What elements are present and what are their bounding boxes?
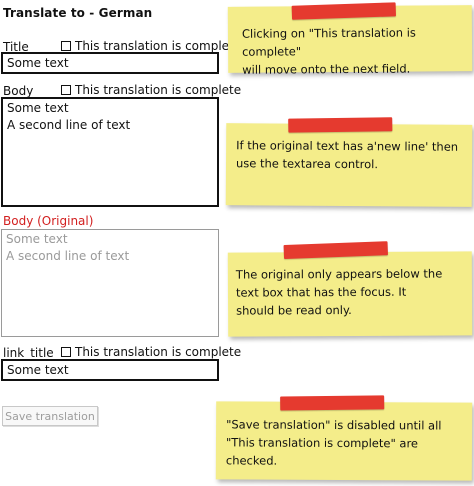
note-line: text box that has the focus. It	[235, 284, 407, 300]
body-complete-label: This translation is complete	[75, 83, 242, 97]
note-line: will move onto the next field.	[242, 61, 411, 77]
body-textarea-line: Some text	[7, 101, 69, 115]
note-line: If the original text has a'new line' the…	[236, 138, 459, 154]
link-title-complete-label: This translation is complete	[75, 345, 242, 359]
sticky-note-2-text: If the original text has a'new line' the…	[236, 136, 458, 174]
body-textarea-line: A second line of text	[7, 118, 131, 132]
body-label: Body	[3, 84, 34, 98]
title-complete-checkbox-row[interactable]: This translation is complete	[61, 39, 241, 53]
tape-decoration	[280, 395, 385, 411]
link-title-input[interactable]: Some text	[1, 359, 219, 381]
sticky-note-2: If the original text has a'new line' the…	[225, 117, 473, 207]
sticky-note-1-text: Clicking on "This translation is complet…	[242, 23, 472, 79]
body-complete-checkbox[interactable]	[61, 85, 71, 95]
body-complete-checkbox-row[interactable]: This translation is complete	[61, 83, 241, 97]
title-complete-label: This translation is complete	[75, 39, 242, 53]
tape-decoration	[283, 241, 388, 259]
tape-decoration	[291, 2, 397, 20]
sticky-note-4-text: "Save translation" is disabled until all…	[226, 415, 442, 470]
note-line: The original only appears below the	[235, 266, 443, 282]
body-original-line: Some text	[6, 232, 68, 246]
body-original-textarea: Some text A second line of text	[1, 229, 219, 337]
page-title: Translate to - German	[3, 6, 153, 20]
body-textarea[interactable]: Some text A second line of text	[1, 97, 219, 207]
sticky-note-4: "Save translation" is disabled until all…	[215, 395, 473, 481]
save-translation-button[interactable]: Save translation	[2, 406, 98, 426]
note-line: Clicking on "This translation is complet…	[241, 25, 416, 59]
link-title-label: link_title	[3, 346, 54, 360]
note-line: "Save translation" is disabled until all	[226, 417, 442, 433]
link-title-complete-checkbox-row[interactable]: This translation is complete	[61, 345, 241, 359]
sticky-note-3: The original only appears below the text…	[227, 241, 473, 337]
note-line: use the textarea control.	[235, 156, 379, 172]
link-title-complete-checkbox[interactable]	[61, 347, 71, 357]
body-original-line: A second line of text	[6, 249, 130, 263]
title-input[interactable]: Some text	[1, 52, 219, 74]
note-line: should be read only.	[236, 302, 352, 318]
sticky-note-1: Clicking on "This translation is complet…	[227, 2, 473, 77]
note-line: checked.	[225, 453, 278, 468]
title-complete-checkbox[interactable]	[61, 41, 71, 51]
sticky-note-3-text: The original only appears below the text…	[236, 265, 443, 320]
tape-decoration	[288, 117, 393, 133]
body-original-label: Body (Original)	[3, 214, 94, 228]
note-line: "This translation is complete" are	[225, 435, 419, 451]
